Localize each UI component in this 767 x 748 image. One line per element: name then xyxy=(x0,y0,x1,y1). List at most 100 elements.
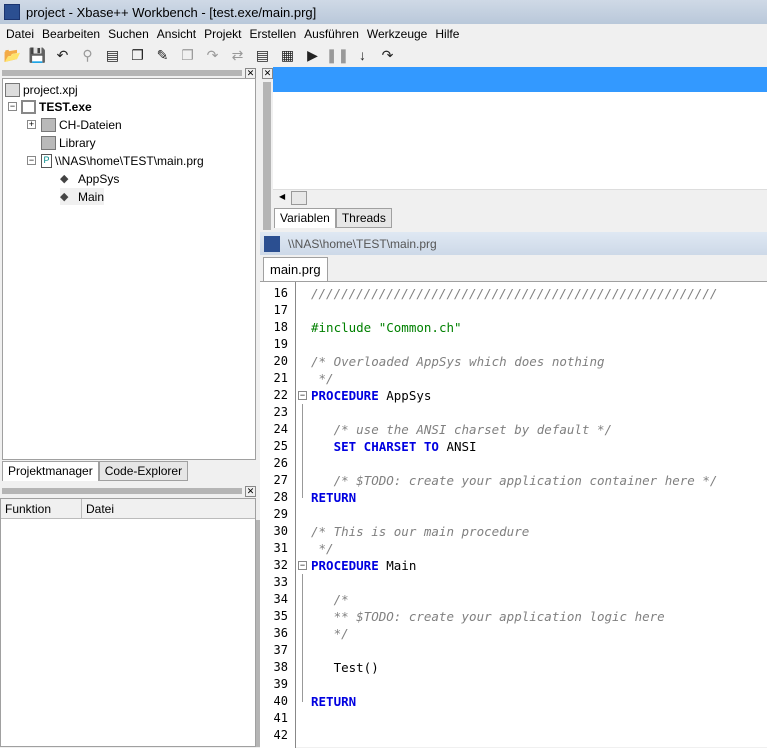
menu-projekt[interactable]: Projekt xyxy=(200,27,245,41)
tab-projektmanager[interactable]: Projektmanager xyxy=(2,461,99,481)
code-token: ////////////////////////////////////////… xyxy=(311,286,718,301)
step-into-icon[interactable]: ↓ xyxy=(353,46,372,65)
find-icon[interactable]: ⚲ xyxy=(78,46,97,65)
menu-erstellen[interactable]: Erstellen xyxy=(245,27,300,41)
code-line[interactable]: /* xyxy=(311,591,349,608)
flag-file-icon[interactable]: ▤ xyxy=(253,46,272,65)
redo-icon[interactable]: ↷ xyxy=(203,46,222,65)
menu-werkzeuge[interactable]: Werkzeuge xyxy=(363,27,431,41)
tree-node-main[interactable]: ◆ Main xyxy=(60,188,105,205)
tree-node-appsys[interactable]: ◆ AppSys xyxy=(60,170,119,187)
code-line[interactable]: */ xyxy=(311,370,334,387)
code-editor[interactable]: 16 17 18 19 20 21 22 23 24 25 26 27 28 29 30 31 32 33 34 35… xyxy=(260,281,767,748)
exe-icon xyxy=(21,99,36,114)
editor-icon xyxy=(264,235,280,252)
run-debug-icon[interactable]: ▶ xyxy=(303,46,322,65)
code-line[interactable]: PROCEDURE AppSys xyxy=(311,387,431,404)
prg-file-icon: P xyxy=(41,153,52,168)
code-token: /* $TODO: create your application contai… xyxy=(311,473,718,488)
collapse-icon[interactable]: − xyxy=(27,156,36,165)
fold-icon[interactable]: − xyxy=(298,561,307,570)
tree-node-exe[interactable]: TEST.exe xyxy=(21,98,92,115)
tab-threads[interactable]: Threads xyxy=(335,208,392,228)
code-line[interactable]: RETURN xyxy=(311,489,356,506)
menu-suchen[interactable]: Suchen xyxy=(104,27,153,41)
code-line[interactable]: ////////////////////////////////////////… xyxy=(311,285,717,302)
code-line[interactable]: */ xyxy=(311,540,334,557)
panel-grip[interactable] xyxy=(2,488,242,494)
menu-ausführen[interactable]: Ausführen xyxy=(300,27,363,41)
menu-ansicht[interactable]: Ansicht xyxy=(153,27,200,41)
debug-tabs: Variablen Threads xyxy=(274,208,392,228)
line-number: 28 xyxy=(273,490,288,504)
tab-variablen[interactable]: Variablen xyxy=(274,208,336,228)
fold-icon[interactable]: − xyxy=(298,391,307,400)
code-line[interactable]: */ xyxy=(311,625,349,642)
save-icon[interactable]: 💾 xyxy=(28,46,47,65)
code-line[interactable]: /* Overloaded AppSys which does nothing xyxy=(311,353,605,370)
toolbar: 📂 💾 ↶ ⚲ ▤ ❐ ✎ ❐ ↷ ⇄ ▤ ▦ ▶ ❚❚ ↓ ↷ xyxy=(0,43,767,67)
debug-view xyxy=(273,67,767,206)
collapse-icon[interactable]: − xyxy=(8,102,17,111)
tree-label: Main xyxy=(78,189,105,204)
build-icon[interactable]: ⇄ xyxy=(228,46,247,65)
horizontal-scrollbar[interactable]: ◀ xyxy=(273,189,767,206)
code-line[interactable]: SET CHARSET TO ANSI xyxy=(311,438,477,455)
close-debug-panel-icon[interactable]: ✕ xyxy=(262,68,273,79)
tree-node-project[interactable]: project.xpj xyxy=(5,81,78,98)
line-number: 17 xyxy=(273,303,288,317)
code-token: /* Overloaded AppSys which does nothing xyxy=(311,354,605,369)
code-token: AppSys xyxy=(378,388,432,403)
code-line[interactable]: ** $TODO: create your application logic … xyxy=(311,608,665,625)
code-line[interactable]: /* use the ANSI charset by default */ xyxy=(311,421,612,438)
left-tabs: Projektmanager Code-Explorer xyxy=(2,461,189,481)
line-number: 27 xyxy=(273,473,288,487)
debug-grip[interactable] xyxy=(263,82,271,230)
tree-node-library[interactable]: Library xyxy=(41,134,96,151)
selected-row[interactable] xyxy=(273,67,767,92)
column-header-funktion[interactable]: Funktion xyxy=(1,499,82,518)
code-line[interactable]: Test() xyxy=(311,659,379,676)
tab-main-prg[interactable]: main.prg xyxy=(263,257,328,281)
copy-pages-icon[interactable]: ❐ xyxy=(128,46,147,65)
menu-datei[interactable]: Datei xyxy=(2,27,38,41)
line-number: 26 xyxy=(273,456,288,470)
chart-window-icon[interactable]: ▦ xyxy=(278,46,297,65)
windows-icon[interactable]: ❐ xyxy=(178,46,197,65)
expand-icon[interactable]: + xyxy=(27,120,36,129)
code-token: ANSI xyxy=(438,439,477,454)
tree-node-ch-dateien[interactable]: CH-Dateien xyxy=(41,116,122,133)
pause-icon[interactable]: ❚❚ xyxy=(326,46,349,65)
tree-node-main-prg[interactable]: P \\NAS\home\TEST\main.prg xyxy=(41,152,204,169)
panel-grip[interactable] xyxy=(2,70,242,76)
tab-code-explorer[interactable]: Code-Explorer xyxy=(98,461,189,481)
line-number: 33 xyxy=(273,575,288,589)
open-folder-icon[interactable]: 📂 xyxy=(3,46,22,65)
line-number: 19 xyxy=(273,337,288,351)
project-file-icon xyxy=(5,82,20,97)
code-line[interactable]: /* This is our main procedure xyxy=(311,523,529,540)
scroll-thumb[interactable] xyxy=(291,191,307,205)
window-title: project - Xbase++ Workbench - [test.exe/… xyxy=(26,4,317,20)
code-line[interactable]: PROCEDURE Main xyxy=(311,557,416,574)
tree-label: \\NAS\home\TEST\main.prg xyxy=(55,153,204,168)
new-file-icon[interactable]: ▤ xyxy=(103,46,122,65)
line-number: 32 xyxy=(273,558,288,572)
step-over-icon[interactable]: ↷ xyxy=(378,46,397,65)
menu-bearbeiten[interactable]: Bearbeiten xyxy=(38,27,104,41)
code-token: Test() xyxy=(311,660,379,675)
close-panel-icon[interactable]: ✕ xyxy=(245,486,256,497)
menu-hilfe[interactable]: Hilfe xyxy=(431,27,463,41)
column-header-datei[interactable]: Datei xyxy=(82,499,118,518)
undo-icon[interactable]: ↶ xyxy=(53,46,72,65)
line-number: 20 xyxy=(273,354,288,368)
code-token: /* use the ANSI charset by default */ xyxy=(311,422,613,437)
code-line[interactable]: #include "Common.ch" xyxy=(311,319,462,336)
code-token: */ xyxy=(311,626,349,641)
edit-check-icon[interactable]: ✎ xyxy=(153,46,172,65)
scroll-left-icon[interactable]: ◀ xyxy=(279,192,285,201)
line-number: 24 xyxy=(273,422,288,436)
line-number: 37 xyxy=(273,643,288,657)
code-line[interactable]: /* $TODO: create your application contai… xyxy=(311,472,718,489)
code-line[interactable]: RETURN xyxy=(311,693,356,710)
